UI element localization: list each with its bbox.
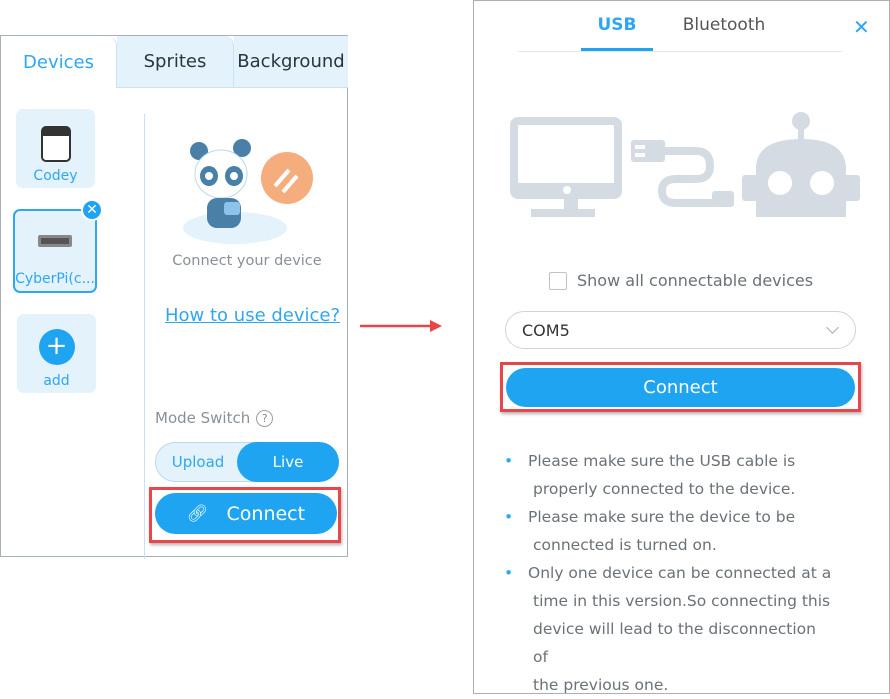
link-icon: 🔗︎	[186, 503, 209, 524]
device-label: CyberPi(c...	[15, 271, 95, 287]
how-to-use-link[interactable]: How to use device?	[165, 305, 340, 326]
mode-switch-text: Mode Switch	[155, 409, 251, 427]
close-icon[interactable]: ✕	[853, 15, 870, 39]
show-all-label: Show all connectable devices	[577, 271, 814, 290]
tab-devices[interactable]: Devices	[1, 36, 117, 88]
checkbox[interactable]	[549, 271, 567, 290]
mode-switch-label: Mode Switch ?	[155, 409, 274, 427]
device-cyberpi[interactable]: CyberPi(c... ✕	[13, 199, 103, 293]
tab-bluetooth[interactable]: Bluetooth	[674, 15, 774, 35]
show-all-checkbox-row[interactable]: Show all connectable devices	[549, 271, 813, 290]
note-2: • Please make sure the device to be connec…	[504, 508, 796, 554]
connect-hint: Connect your device	[172, 253, 322, 269]
port-select[interactable]: COM5	[505, 311, 856, 349]
connect-button[interactable]: 🔗︎ Connect	[155, 493, 337, 534]
mode-live[interactable]: Live	[237, 442, 339, 482]
usb-connection-illustration	[510, 112, 860, 217]
divider	[144, 114, 145, 559]
connect-label: Connect	[226, 502, 306, 525]
device-codey[interactable]: Codey	[16, 109, 95, 188]
add-label: add	[43, 373, 70, 389]
port-value: COM5	[522, 320, 570, 340]
tab-sprites[interactable]: Sprites	[117, 36, 234, 88]
dialog-connect-button[interactable]: Connect	[506, 368, 855, 407]
add-device-button[interactable]: + add	[17, 314, 96, 393]
tab-usb[interactable]: USB	[581, 15, 653, 51]
tab-background[interactable]: Background	[234, 36, 348, 88]
device-label: Codey	[33, 168, 78, 184]
chevron-down-icon	[826, 321, 839, 334]
codey-robot-icon	[40, 126, 71, 162]
tab-underline	[518, 51, 842, 52]
arrow-icon	[360, 320, 442, 332]
cyberpi-icon	[38, 235, 72, 247]
connect-dialog: USB Bluetooth ✕ Show all connectable dev…	[473, 0, 890, 694]
note-3: • Only one device can be connected at a ti…	[504, 564, 832, 694]
mode-switch[interactable]: Upload Live	[155, 442, 339, 482]
remove-device-icon[interactable]: ✕	[81, 199, 103, 221]
mode-upload[interactable]: Upload	[156, 443, 240, 481]
help-icon[interactable]: ?	[256, 409, 274, 427]
panda-disconnected-illustration	[183, 139, 313, 244]
plus-icon: +	[38, 329, 75, 365]
note-1: • Please make sure the USB cable is proper…	[504, 452, 796, 498]
devices-panel: Devices Sprites Background Codey CyberPi…	[0, 35, 348, 559]
